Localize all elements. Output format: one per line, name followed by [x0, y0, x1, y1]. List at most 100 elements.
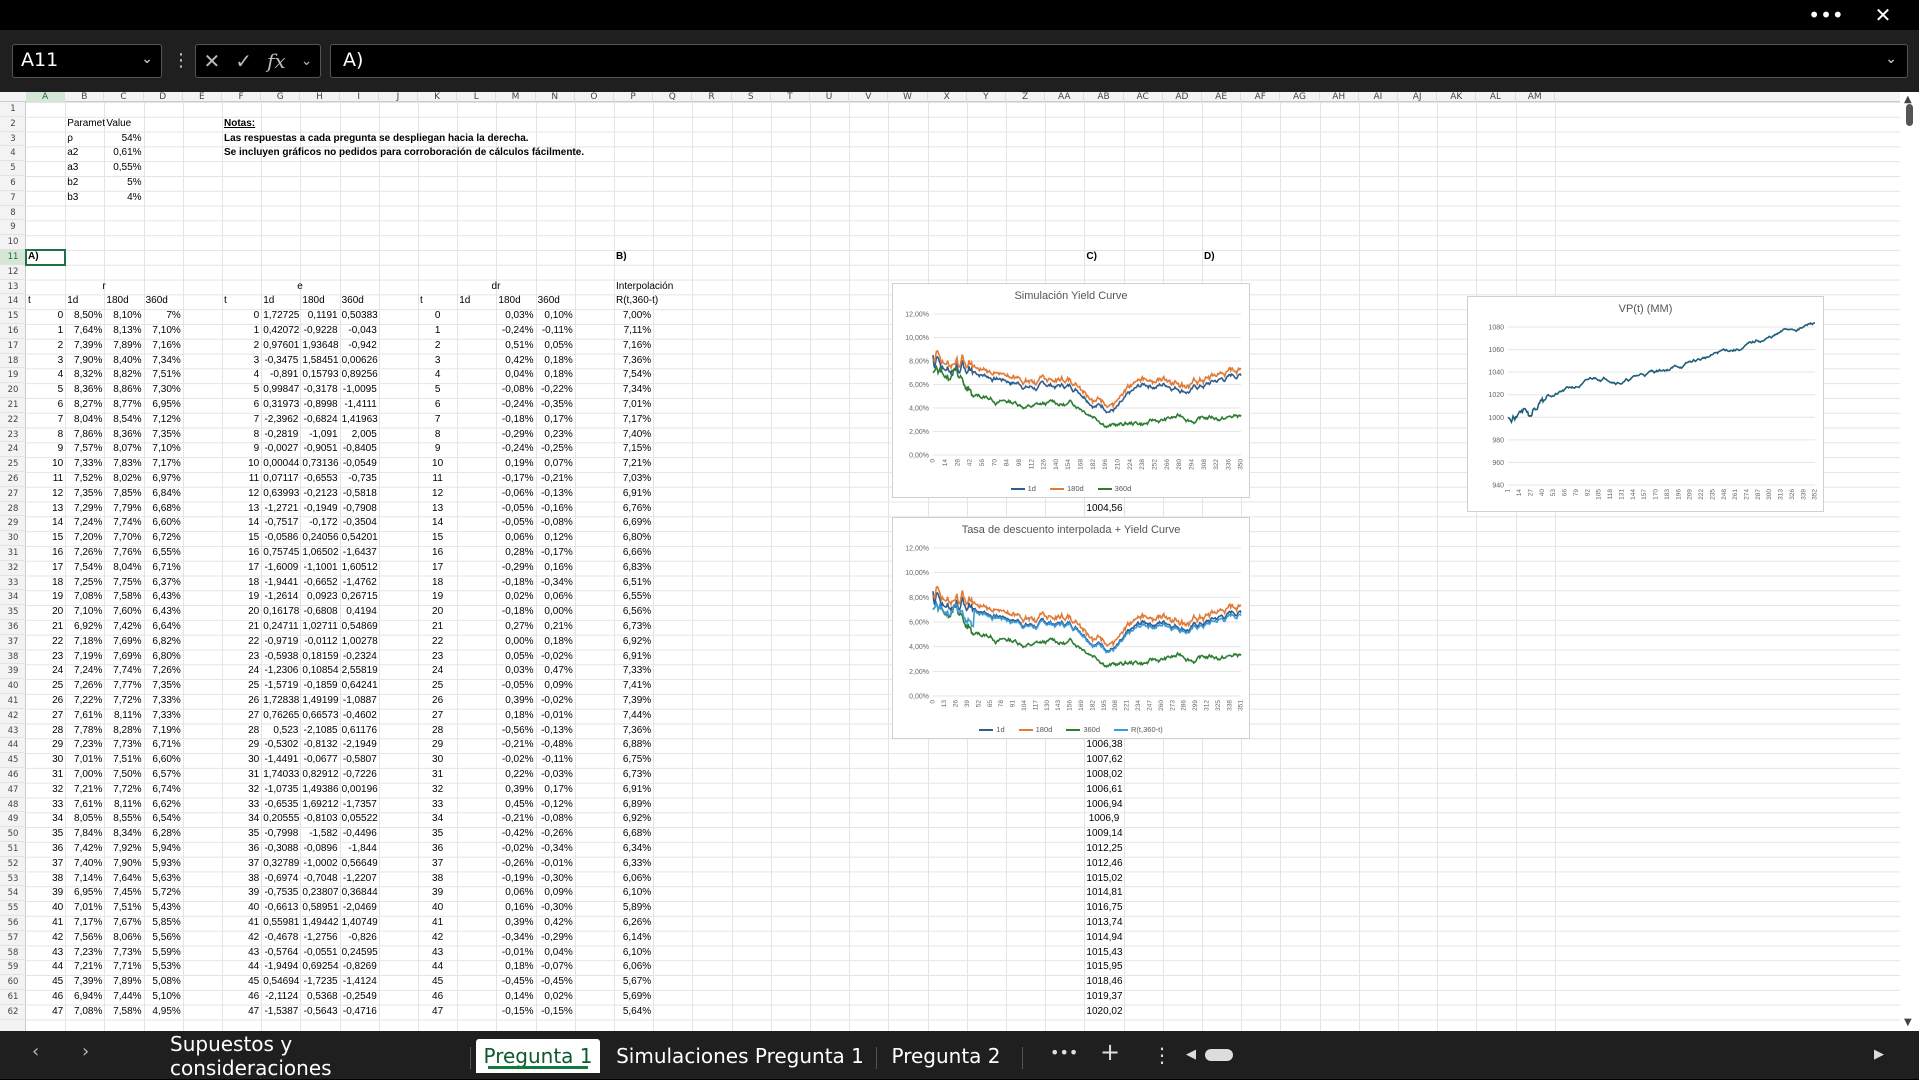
column-header-m[interactable]: M: [496, 92, 536, 102]
row-header-27[interactable]: 27: [0, 487, 26, 502]
column-header-v[interactable]: V: [849, 92, 889, 102]
more-sheets-icon[interactable]: •••: [1050, 1043, 1078, 1062]
column-header-k[interactable]: K: [418, 92, 458, 102]
row-header-57[interactable]: 57: [0, 931, 26, 946]
chart-yield-curve[interactable]: Simulación Yield Curve 0,00% 2,00% 4,00% 6,0…: [892, 283, 1250, 498]
row-header-16[interactable]: 16: [0, 324, 26, 339]
sheet-options-icon[interactable]: ⋮: [1152, 1043, 1172, 1067]
column-header-b[interactable]: B: [65, 92, 105, 102]
scroll-right-icon[interactable]: ▶: [1874, 1047, 1884, 1062]
expand-formula-icon[interactable]: ⌄: [1885, 51, 1897, 67]
row-header-58[interactable]: 58: [0, 946, 26, 961]
add-sheet-icon[interactable]: +: [1100, 1038, 1120, 1066]
column-header-ah[interactable]: AH: [1320, 92, 1359, 102]
row-header-9[interactable]: 9: [0, 220, 26, 236]
column-header-a[interactable]: A: [26, 92, 66, 102]
column-header-ae[interactable]: AE: [1202, 92, 1242, 102]
row-header-39[interactable]: 39: [0, 664, 26, 680]
column-header-am[interactable]: AM: [1516, 92, 1555, 102]
row-header-62[interactable]: 62: [0, 1005, 26, 1020]
column-header-af[interactable]: AF: [1241, 92, 1281, 102]
row-header-44[interactable]: 44: [0, 738, 26, 754]
column-header-l[interactable]: L: [457, 92, 497, 102]
row-header-47[interactable]: 47: [0, 783, 26, 798]
vertical-scrollbar[interactable]: ▲ ▼: [1900, 92, 1919, 1031]
row-header-36[interactable]: 36: [0, 620, 26, 635]
row-header-41[interactable]: 41: [0, 694, 26, 709]
column-header-i[interactable]: I: [340, 92, 379, 102]
row-header-25[interactable]: 25: [0, 457, 26, 472]
row-header-35[interactable]: 35: [0, 605, 26, 620]
row-header-53[interactable]: 53: [0, 872, 26, 887]
row-header-1[interactable]: 1: [0, 102, 26, 117]
chevron-down-icon[interactable]: ⌄: [141, 51, 153, 67]
row-header-14[interactable]: 14: [0, 294, 26, 310]
name-box[interactable]: A11 ⌄: [12, 44, 162, 78]
column-header-j[interactable]: J: [379, 92, 418, 102]
column-header-u[interactable]: U: [810, 92, 850, 102]
row-header-15[interactable]: 15: [0, 309, 26, 324]
column-header-q[interactable]: Q: [653, 92, 693, 102]
column-header-n[interactable]: N: [536, 92, 575, 102]
row-header-45[interactable]: 45: [0, 753, 26, 768]
row-header-60[interactable]: 60: [0, 975, 26, 990]
row-header-22[interactable]: 22: [0, 413, 26, 428]
row-header-32[interactable]: 32: [0, 561, 26, 576]
row-header-13[interactable]: 13: [0, 280, 26, 295]
row-header-42[interactable]: 42: [0, 709, 26, 724]
horizontal-scroll-thumb[interactable]: [1205, 1049, 1233, 1061]
formula-options-icon[interactable]: ⋮: [172, 50, 190, 71]
close-icon[interactable]: ✕: [1860, 0, 1906, 30]
formula-input[interactable]: A) ⌄: [330, 44, 1908, 78]
prev-sheet-icon[interactable]: ‹: [32, 1041, 39, 1062]
column-header-f[interactable]: F: [222, 92, 262, 102]
column-header-r[interactable]: R: [692, 92, 732, 102]
row-header-48[interactable]: 48: [0, 798, 26, 813]
selected-cell-a11[interactable]: [25, 249, 67, 266]
row-header-38[interactable]: 38: [0, 650, 26, 665]
row-header-55[interactable]: 55: [0, 901, 26, 916]
row-header-40[interactable]: 40: [0, 679, 26, 694]
column-header-p[interactable]: P: [614, 92, 654, 102]
enter-icon[interactable]: ✓: [235, 49, 252, 73]
row-header-30[interactable]: 30: [0, 531, 26, 546]
row-header-24[interactable]: 24: [0, 442, 26, 458]
row-header-11[interactable]: 11: [0, 250, 26, 265]
row-header-49[interactable]: 49: [0, 812, 26, 828]
row-header-34[interactable]: 34: [0, 590, 26, 606]
row-header-17[interactable]: 17: [0, 339, 26, 354]
row-header-46[interactable]: 46: [0, 768, 26, 783]
scroll-thumb[interactable]: [1906, 104, 1913, 126]
row-header-50[interactable]: 50: [0, 827, 26, 842]
row-header-28[interactable]: 28: [0, 502, 26, 517]
column-header-aa[interactable]: AA: [1045, 92, 1085, 102]
row-header-10[interactable]: 10: [0, 235, 26, 250]
tab-pregunta-1[interactable]: Pregunta 1: [476, 1039, 600, 1073]
row-header-2[interactable]: 2: [0, 117, 26, 132]
row-header-37[interactable]: 37: [0, 635, 26, 650]
column-header-y[interactable]: Y: [967, 92, 1006, 102]
row-header-21[interactable]: 21: [0, 398, 26, 413]
row-header-18[interactable]: 18: [0, 354, 26, 369]
column-header-ac[interactable]: AC: [1124, 92, 1163, 102]
column-header-h[interactable]: H: [300, 92, 340, 102]
row-header-7[interactable]: 7: [0, 191, 26, 206]
row-header-12[interactable]: 12: [0, 265, 26, 280]
row-header-59[interactable]: 59: [0, 960, 26, 976]
row-header-54[interactable]: 54: [0, 886, 26, 902]
scroll-left-icon[interactable]: ◀: [1186, 1047, 1196, 1062]
column-header-ag[interactable]: AG: [1280, 92, 1320, 102]
column-header-o[interactable]: O: [575, 92, 614, 102]
column-header-c[interactable]: C: [104, 92, 144, 102]
row-header-52[interactable]: 52: [0, 857, 26, 872]
row-header-3[interactable]: 3: [0, 132, 26, 147]
tab-supuestos[interactable]: Supuestos y consideraciones: [170, 1032, 460, 1080]
column-header-w[interactable]: W: [888, 92, 928, 102]
row-header-23[interactable]: 23: [0, 428, 26, 443]
column-header-x[interactable]: X: [928, 92, 967, 102]
row-header-56[interactable]: 56: [0, 916, 26, 931]
row-header-5[interactable]: 5: [0, 161, 26, 176]
tab-simulaciones[interactable]: Simulaciones Pregunta 1: [612, 1039, 868, 1073]
row-header-31[interactable]: 31: [0, 546, 26, 561]
more-options-icon[interactable]: •••: [1803, 0, 1849, 30]
